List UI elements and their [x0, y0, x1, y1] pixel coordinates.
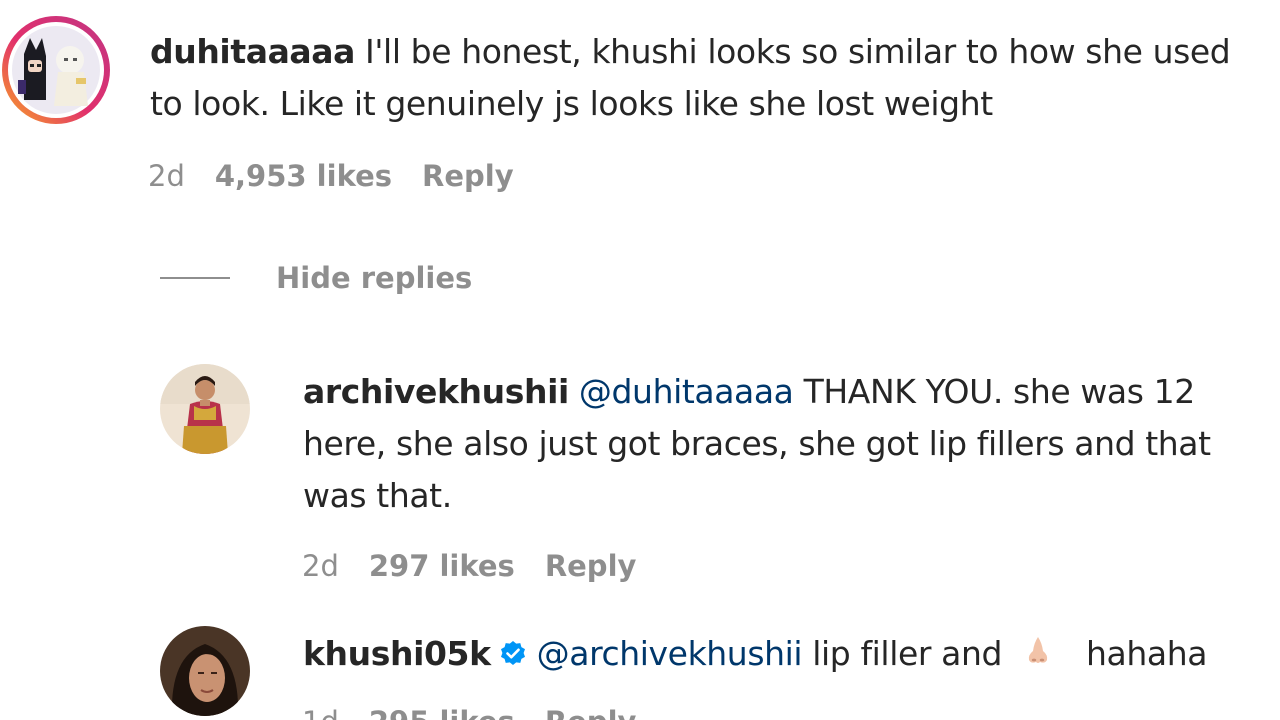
reply-text: archivekhushii @duhitaaaaa THANK YOU. she… — [303, 366, 1263, 522]
nose-emoji-icon — [1020, 632, 1056, 684]
comment-username[interactable]: duhitaaaaa — [150, 32, 355, 71]
reply-button[interactable]: Reply — [545, 705, 637, 720]
divider-line — [160, 277, 230, 279]
reply-username[interactable]: khushi05k — [303, 634, 491, 673]
reply-meta: 2d 297 likes Reply — [302, 548, 666, 584]
reply-text: khushi05k @archivekhushii lip filler and h… — [303, 628, 1273, 684]
reply-mention[interactable]: @duhitaaaaa — [579, 372, 794, 411]
reply-likes[interactable]: 297 likes — [369, 549, 515, 583]
reply-body: lip filler and — [812, 634, 1003, 673]
comment-time: 2d — [148, 159, 185, 193]
story-ring-avatar-icon — [2, 16, 110, 124]
comment-meta: 2d 4,953 likes Reply — [148, 158, 544, 194]
reply-meta: 1d 295 likes Reply — [302, 704, 666, 720]
reply-button[interactable]: Reply — [422, 159, 514, 193]
comment-likes[interactable]: 4,953 likes — [215, 159, 392, 193]
reply-body-end: hahaha — [1086, 634, 1208, 673]
reply-time: 1d — [302, 705, 339, 720]
comment-text: duhitaaaaa I'll be honest, khushi looks s… — [150, 26, 1260, 130]
hide-replies-button[interactable]: Hide replies — [160, 258, 472, 298]
photo-avatar-icon — [160, 364, 250, 454]
reply-mention[interactable]: @archivekhushii — [537, 634, 803, 673]
avatar-khushi05k[interactable] — [160, 626, 250, 716]
comments-panel: duhitaaaaa I'll be honest, khushi looks s… — [0, 0, 1280, 720]
hide-replies-label[interactable]: Hide replies — [276, 261, 472, 295]
photo-avatar-icon — [160, 626, 250, 716]
verified-badge-icon — [499, 631, 527, 683]
avatar-archivekhushii[interactable] — [160, 364, 250, 454]
reply-likes[interactable]: 295 likes — [369, 705, 515, 720]
reply-username[interactable]: archivekhushii — [303, 372, 569, 411]
reply-time: 2d — [302, 549, 339, 583]
avatar-duhitaaaaa[interactable] — [0, 14, 112, 126]
reply-button[interactable]: Reply — [545, 549, 637, 583]
